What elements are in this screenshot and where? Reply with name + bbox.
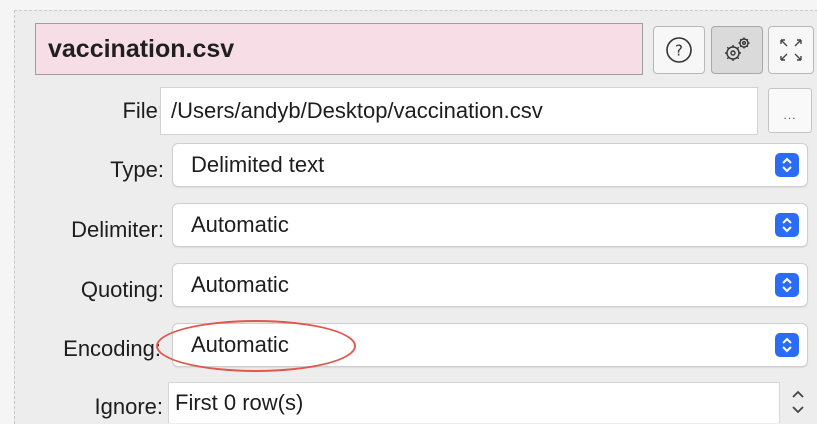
stepper-icon (792, 390, 804, 413)
settings-button[interactable] (711, 26, 763, 74)
delimiter-label: Delimiter: (71, 217, 164, 242)
file-path-value: /Users/andyb/Desktop/vaccination.csv (171, 98, 543, 123)
help-icon: ? (666, 37, 692, 63)
ignore-value: First 0 row(s) (175, 390, 304, 415)
node-title-field[interactable]: vaccination.csv (35, 23, 643, 75)
gears-icon (725, 37, 750, 61)
node-title: vaccination.csv (48, 34, 235, 63)
browse-label: ... (783, 108, 797, 122)
type-select[interactable]: Delimited text (172, 143, 808, 187)
file-path-field[interactable]: /Users/andyb/Desktop/vaccination.csv (160, 87, 758, 135)
ignore-label: Ignore: (94, 394, 164, 419)
ignore-rows-field[interactable]: First 0 row(s) (168, 382, 780, 423)
encoding-value: Automatic (191, 332, 289, 357)
encoding-label: Encoding: (63, 336, 161, 361)
chevron-updown-icon (775, 333, 799, 357)
type-value: Delimited text (191, 152, 325, 177)
browse-button[interactable]: ... (768, 88, 812, 133)
ignore-rows-stepper[interactable] (786, 380, 810, 423)
chevron-updown-icon (775, 273, 799, 297)
quoting-value: Automatic (191, 272, 289, 297)
chevron-updown-icon (775, 153, 799, 177)
quoting-label: Quoting: (80, 277, 164, 302)
chevron-updown-icon (775, 213, 799, 237)
svg-text:?: ? (675, 42, 683, 60)
delimiter-select[interactable]: Automatic (172, 203, 808, 247)
encoding-select[interactable]: Automatic (172, 323, 808, 367)
delimiter-value: Automatic (191, 212, 289, 237)
expand-button[interactable] (768, 26, 814, 74)
file-label: File: (122, 98, 164, 123)
help-button[interactable]: ? (653, 26, 705, 74)
type-label: Type: (110, 157, 164, 182)
quoting-select[interactable]: Automatic (172, 263, 808, 307)
expand-icon (780, 39, 802, 61)
